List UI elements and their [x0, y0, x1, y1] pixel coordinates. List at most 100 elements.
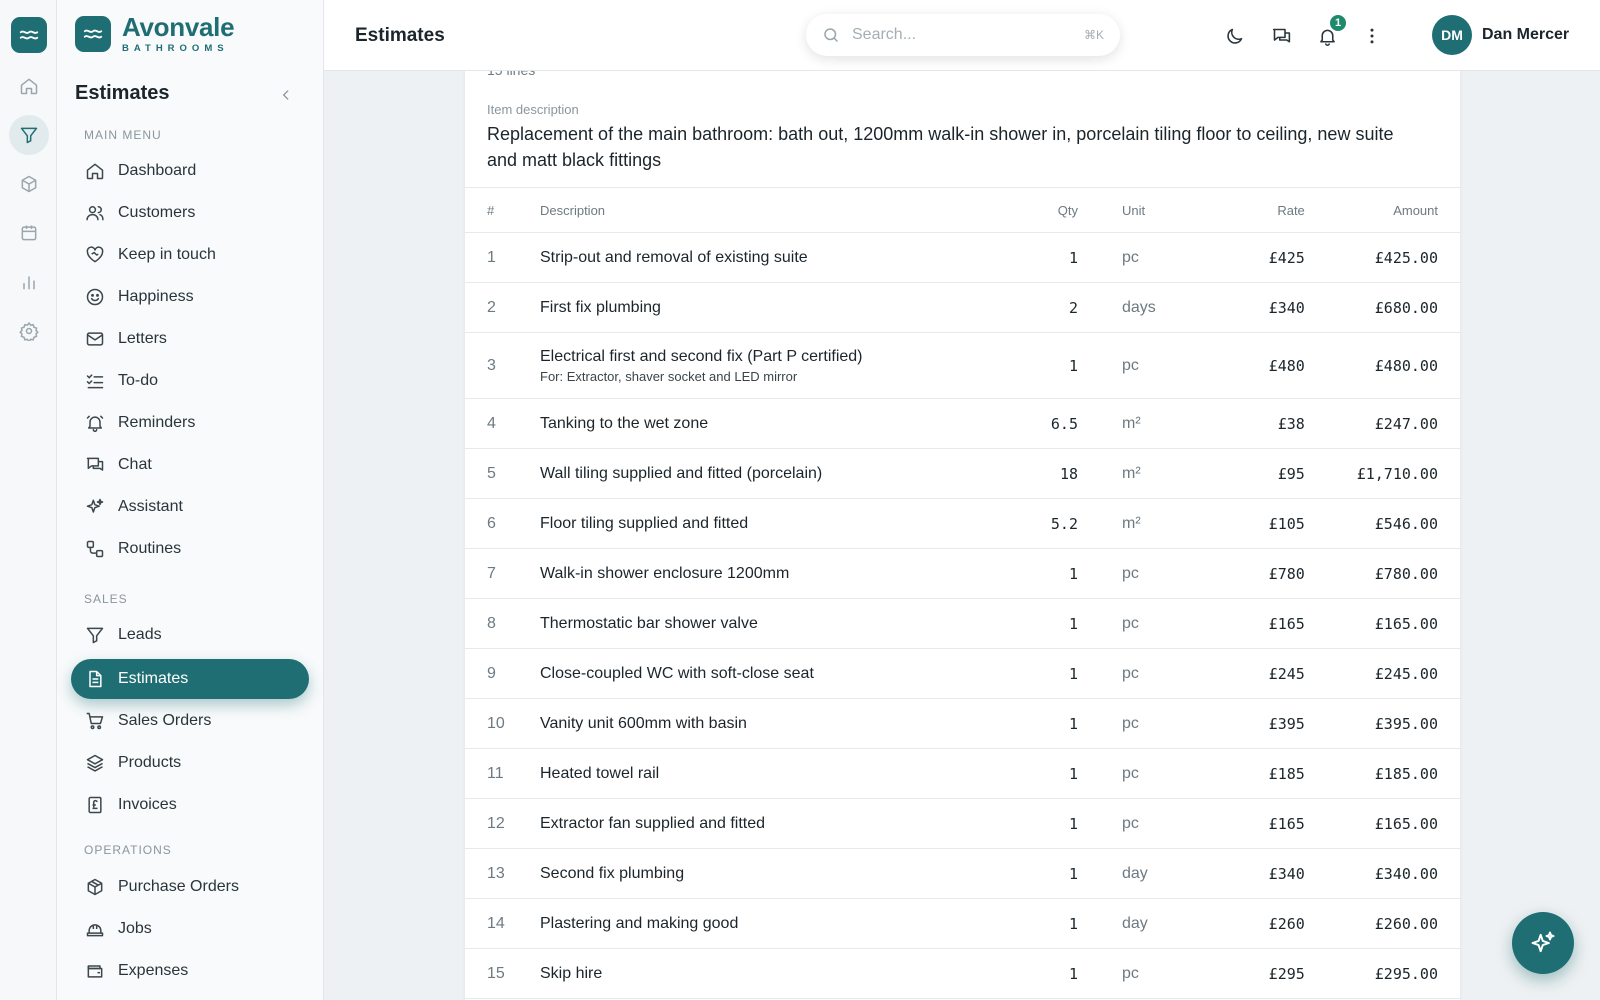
table-row[interactable]: 4 Tanking to the wet zone 6.5 m² £38 £247.00	[465, 398, 1460, 449]
row-description: Extractor fan supplied and fitted	[540, 798, 995, 849]
row-amount-text: £260.00	[1374, 914, 1438, 933]
users-icon	[86, 206, 104, 221]
row-unit: pc	[1078, 748, 1156, 799]
table-row[interactable]: 1 Strip-out and removal of existing suite…	[465, 232, 1460, 283]
row-unit-text: pc	[1122, 964, 1139, 982]
sidebar-item-products[interactable]: Products	[71, 743, 309, 783]
table-row[interactable]: 13 Second fix plumbing 1 day £340 £340.00	[465, 848, 1460, 899]
row-rate: £295	[1155, 948, 1305, 999]
sidebar-item-routines[interactable]: Routines	[71, 529, 309, 569]
table-row[interactable]: 10 Vanity unit 600mm with basin 1 pc £395 £39…	[465, 698, 1460, 749]
table-row[interactable]: 6 Floor tiling supplied and fitted 5.2 m² £1…	[465, 498, 1460, 549]
sidebar-item-label: Keep in touch	[118, 246, 216, 263]
table-row[interactable]: 3 Electrical first and second fix (Part P…	[465, 332, 1460, 399]
brand[interactable]: Avonvale BATHROOMS	[75, 14, 235, 54]
row-description: First fix plumbing	[540, 282, 995, 333]
rail-calendar-icon[interactable]	[9, 213, 49, 253]
row-unit-text: pc	[1122, 248, 1139, 266]
row-rate: £425	[1155, 232, 1305, 283]
sidebar-item-estimates[interactable]: Estimates	[71, 659, 309, 699]
sidebar-item-dashboard[interactable]: Dashboard	[71, 151, 309, 191]
row-qty-text: 1	[1068, 664, 1078, 683]
item-description: Replacement of the main bathroom: bath o…	[487, 124, 1394, 170]
section-label-sales: SALES	[84, 592, 128, 606]
row-description-text: Vanity unit 600mm with basin	[540, 714, 747, 732]
dark-mode-moon-icon[interactable]	[1222, 24, 1246, 48]
row-unit: pc	[1078, 332, 1156, 399]
sidebar-item-label: Jobs	[118, 920, 152, 937]
row-description: Second fix plumbing	[540, 848, 995, 899]
column-header-rate[interactable]: Rate	[1155, 187, 1305, 233]
sidebar-item-sales-orders[interactable]: Sales Orders	[71, 701, 309, 741]
row-qty: 1	[995, 698, 1078, 749]
rail-box-icon[interactable]	[9, 164, 49, 204]
row-number-text: 14	[487, 914, 505, 932]
sidebar-item-chat[interactable]: Chat	[71, 445, 309, 485]
sidebar-item-invoices[interactable]: Invoices	[71, 785, 309, 825]
sidebar-item-keep-in-touch[interactable]: Keep in touch	[71, 235, 309, 275]
row-qty-text: 1	[1068, 356, 1078, 375]
rail-settings-icon[interactable]	[9, 311, 49, 351]
mail-icon	[86, 332, 104, 346]
search-input[interactable]: Search... ⌘K	[806, 14, 1120, 56]
assistant-fab-sparkles-icon[interactable]	[1512, 912, 1574, 974]
table-row[interactable]: 11 Heated towel rail 1 pc £185 £185.00	[465, 748, 1460, 799]
row-rate: £780	[1155, 548, 1305, 599]
row-unit: pc	[1078, 232, 1156, 283]
more-vertical-icon[interactable]	[1360, 24, 1384, 48]
column-header-number[interactable]: #	[465, 187, 540, 233]
rail-chart-icon[interactable]	[9, 262, 49, 302]
row-amount-text: £546.00	[1374, 514, 1438, 533]
row-number: 8	[465, 598, 540, 649]
row-qty: 1	[995, 798, 1078, 849]
row-amount: £247.00	[1304, 398, 1460, 449]
row-description-text: Walk-in shower enclosure 1200mm	[540, 564, 790, 582]
user-name[interactable]: Dan Mercer	[1482, 26, 1569, 44]
sidebar-item-leads[interactable]: Leads	[71, 615, 309, 655]
column-header-description[interactable]: Description	[540, 187, 995, 233]
sidebar-item-customers[interactable]: Customers	[71, 193, 309, 233]
sidebar-item-to-do[interactable]: To-do	[71, 361, 309, 401]
row-amount-text: £425.00	[1374, 248, 1438, 267]
row-unit-text: pc	[1122, 764, 1139, 782]
table-row[interactable]: 12 Extractor fan supplied and fitted 1 pc £1…	[465, 798, 1460, 849]
search-shortcut: ⌘K	[1083, 28, 1104, 42]
row-rate-text: £165	[1268, 614, 1305, 633]
row-number: 1	[465, 232, 540, 283]
table-row[interactable]: 9 Close-coupled WC with soft-close seat 1 p…	[465, 648, 1460, 699]
messages-icon[interactable]	[1269, 24, 1293, 48]
row-qty-text: 1	[1068, 764, 1078, 783]
sidebar-item-letters[interactable]: Letters	[71, 319, 309, 359]
row-rate: £340	[1155, 282, 1305, 333]
sidebar-item-label: Purchase Orders	[118, 878, 239, 895]
table-row[interactable]: 8 Thermostatic bar shower valve 1 pc £165 £16…	[465, 598, 1460, 649]
sidebar-item-happiness[interactable]: Happiness	[71, 277, 309, 317]
row-amount: £165.00	[1304, 598, 1460, 649]
rail-filter-icon[interactable]	[9, 115, 49, 155]
column-header-amount[interactable]: Amount	[1304, 187, 1460, 233]
table-row[interactable]: 15 Skip hire 1 pc £295 £295.00	[465, 948, 1460, 999]
avatar[interactable]: DM	[1432, 15, 1472, 55]
row-number: 2	[465, 282, 540, 333]
row-description-text: Strip-out and removal of existing suite	[540, 248, 808, 266]
table-row[interactable]: 5 Wall tiling supplied and fitted (porcel…	[465, 448, 1460, 499]
sidebar-item-assistant[interactable]: Assistant	[71, 487, 309, 527]
collapse-chevron-left-icon[interactable]	[276, 85, 296, 105]
workflow-icon	[86, 540, 104, 558]
logo-icon[interactable]	[11, 17, 47, 53]
row-description-text: Skip hire	[540, 964, 603, 982]
sidebar-item-jobs[interactable]: Jobs	[71, 909, 309, 949]
sidebar-item-expenses[interactable]: Expenses	[71, 951, 309, 991]
column-header-unit[interactable]: Unit	[1078, 187, 1156, 233]
sidebar-item-purchase-orders[interactable]: Purchase Orders	[71, 867, 309, 907]
row-rate-text: £395	[1268, 714, 1305, 733]
sidebar-item-reminders[interactable]: Reminders	[71, 403, 309, 443]
row-qty: 1	[995, 598, 1078, 649]
cart-icon	[86, 712, 104, 730]
row-description: Heated towel rail	[540, 748, 995, 799]
table-row[interactable]: 2 First fix plumbing 2 days £340 £680.00	[465, 282, 1460, 333]
table-row[interactable]: 7 Walk-in shower enclosure 1200mm 1 pc £780 £…	[465, 548, 1460, 599]
rail-home-icon[interactable]	[9, 66, 49, 106]
column-header-qty[interactable]: Qty	[995, 187, 1078, 233]
table-row[interactable]: 14 Plastering and making good 1 day £260 £260…	[465, 898, 1460, 949]
